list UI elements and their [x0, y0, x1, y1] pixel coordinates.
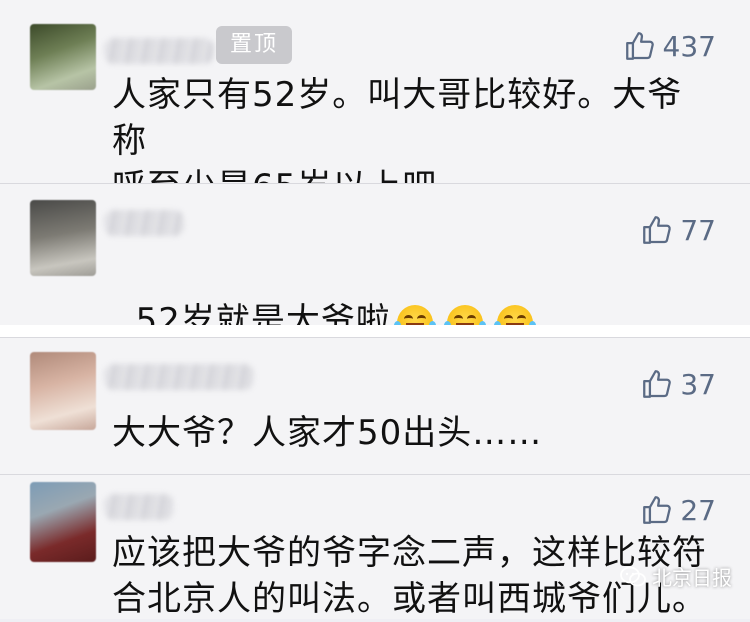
like-count: 37	[680, 367, 716, 401]
pinned-badge: 置顶	[216, 26, 293, 64]
avatar[interactable]	[30, 482, 96, 562]
like-count: 437	[662, 29, 716, 63]
username-blurred[interactable]	[104, 38, 214, 64]
watermark: 北京日报	[620, 562, 732, 591]
thumbs-up-icon	[643, 216, 672, 244]
thumbs-up-icon	[625, 32, 654, 60]
watermark-label: 北京日报	[652, 566, 732, 590]
section-gap	[0, 325, 750, 337]
like-count: 27	[680, 493, 716, 527]
like-button[interactable]: 37	[640, 364, 716, 404]
thumbs-up-icon	[643, 496, 672, 524]
username-blurred[interactable]	[104, 494, 174, 520]
comment-text: 大大爷？人家才50出头……	[112, 413, 543, 453]
like-count: 77	[680, 213, 716, 247]
username-blurred[interactable]	[104, 210, 184, 236]
thumbs-up-icon	[643, 370, 672, 398]
username-blurred[interactable]	[104, 364, 254, 390]
like-button[interactable]: 437	[623, 26, 716, 66]
avatar[interactable]	[30, 200, 96, 276]
like-button[interactable]: 27	[640, 490, 716, 530]
divider	[0, 337, 750, 338]
avatar[interactable]	[30, 352, 96, 430]
like-button[interactable]: 77	[640, 210, 716, 250]
avatar[interactable]	[30, 24, 96, 90]
divider	[0, 183, 750, 184]
divider	[0, 474, 750, 475]
wechat-icon	[620, 566, 646, 586]
